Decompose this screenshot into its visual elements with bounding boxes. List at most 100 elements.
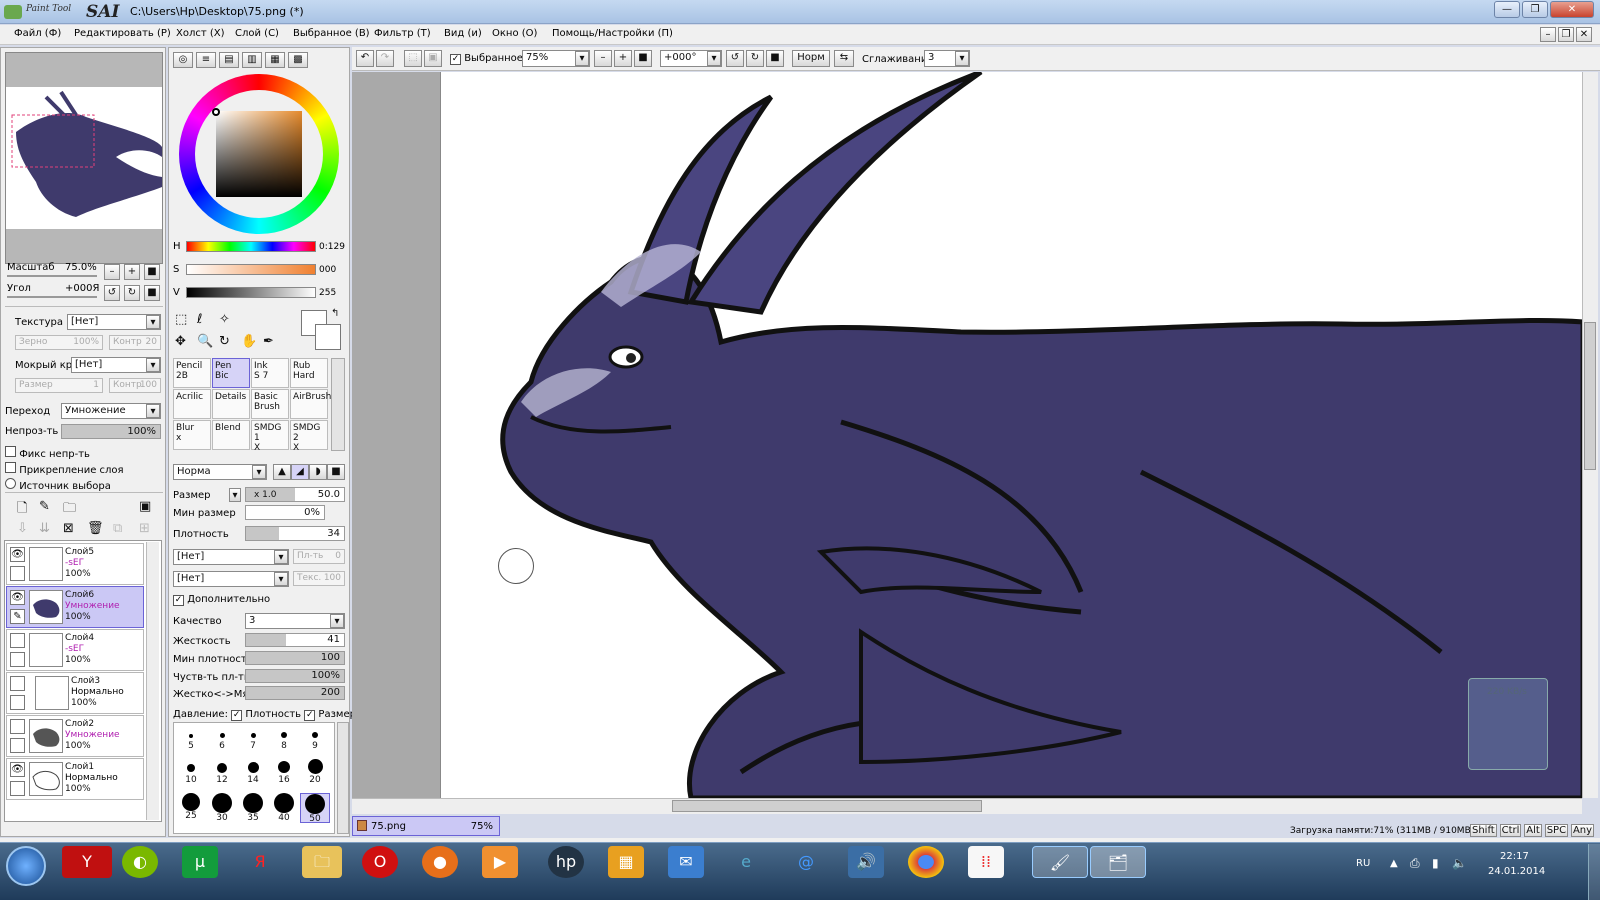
canvas[interactable] [440, 72, 1582, 798]
swap-colors-icon[interactable]: ↰ [331, 308, 339, 319]
eye-icon[interactable] [10, 719, 25, 734]
brush-size-preset[interactable]: 25 [176, 793, 206, 823]
doc-restore-button[interactable]: ❐ [1558, 27, 1574, 42]
canvas-hscrollbar[interactable] [352, 798, 1582, 814]
hardness-slider[interactable]: 41 [245, 633, 345, 647]
lock-icon[interactable] [10, 652, 25, 667]
canvas-viewport[interactable]: 220 KB/s [352, 72, 1582, 798]
paint-tool-sai-taskbar-icon[interactable]: 🖌 [1032, 846, 1088, 878]
new-folder-icon[interactable]: 🗀 [63, 499, 76, 521]
brush-size-slider[interactable]: x 1.0 50.0 [245, 487, 345, 502]
close-button[interactable]: ✕ [1550, 1, 1594, 18]
tool-basic-brush[interactable]: Basic Brush [251, 389, 289, 419]
menu-help[interactable]: Помощь/Настройки (П) [552, 28, 673, 39]
eyedropper-icon[interactable]: ✒ [263, 334, 274, 349]
brush-sizes-scrollbar[interactable] [337, 722, 349, 834]
mail-icon[interactable]: ✉ [668, 846, 704, 878]
navigator-preview[interactable] [5, 52, 163, 264]
office-icon[interactable]: ▦ [608, 846, 644, 878]
tool-smdg2[interactable]: SMDG 2X [290, 420, 328, 453]
hp-icon[interactable]: hp [548, 846, 584, 878]
layer-item[interactable]: 👁 Слой1 Нормально 100% [6, 758, 144, 800]
tool-eraser[interactable]: Rub Hard [290, 358, 328, 388]
clock-date[interactable]: 24.01.2014 [1488, 866, 1545, 877]
tray-devices-icon[interactable]: ⎙ [1410, 856, 1420, 871]
eye-icon[interactable] [10, 676, 25, 691]
color-wheel[interactable] [179, 74, 339, 234]
shape-soft-icon[interactable]: ◗ [309, 464, 327, 480]
tool-grid-scrollbar[interactable] [331, 358, 345, 451]
shape-flat-icon[interactable]: ■ [327, 464, 345, 480]
delete-layer-icon[interactable]: 🗑 [87, 521, 104, 536]
angle-select[interactable]: +000° ▾ [660, 50, 722, 67]
toolbar-zoom-in-icon[interactable]: + [614, 50, 632, 67]
user-swatches-tab-icon[interactable]: ▦ [265, 52, 285, 68]
smoothing-select[interactable]: 3 ▾ [924, 50, 970, 67]
preserve-opacity-checkbox[interactable]: Фикс непр-ть [5, 446, 90, 460]
toolbar-rotate-left-icon[interactable]: ↺ [726, 50, 744, 67]
tool-ink[interactable]: Ink S 7 [251, 358, 289, 388]
mail-ru-icon[interactable]: @ [788, 846, 824, 878]
swatches-tab-icon[interactable]: ▥ [242, 52, 262, 68]
flatten-icon[interactable]: ⊞ [139, 521, 150, 536]
brush-mode-select[interactable]: Норма ▾ [173, 464, 267, 480]
pressure-size-checkbox[interactable]: ✓ [304, 710, 316, 721]
lock-icon[interactable] [10, 781, 25, 796]
yandex-browser-icon[interactable]: Y [62, 846, 112, 878]
minimize-button[interactable]: — [1494, 1, 1520, 18]
active-app-taskbar-icon[interactable]: 🗂 [1090, 846, 1146, 878]
show-selection-checkbox[interactable]: ✓ Выбранное [450, 53, 523, 65]
min-density-slider[interactable]: 100 [245, 651, 345, 665]
toolbar-zoom-out-icon[interactable]: – [594, 50, 612, 67]
explorer-folder-icon[interactable]: 🗀 [302, 846, 342, 878]
layer-item[interactable]: 👁 Слой5 -sEГ 100% [6, 543, 144, 585]
size-mult-dropdown[interactable]: ▾ [229, 488, 241, 502]
transfer-down-icon[interactable]: ⇩ [17, 521, 28, 536]
min-size-slider[interactable]: 0% [245, 505, 325, 520]
language-indicator[interactable]: RU [1356, 858, 1370, 869]
rotate-icon[interactable]: ↻ [219, 334, 230, 349]
doc-close-button[interactable]: ✕ [1576, 27, 1592, 42]
clear-layer-icon[interactable]: ⊠ [63, 521, 74, 536]
value-slider[interactable] [186, 287, 316, 298]
firefox-icon[interactable]: ● [422, 846, 458, 878]
merge-visible-icon[interactable]: ⧉ [113, 521, 122, 536]
layer-item[interactable]: Слой4 -sEГ 100% [6, 629, 144, 671]
tray-arrow-icon[interactable]: ▲ [1390, 858, 1398, 869]
tool-details[interactable]: Details [212, 389, 250, 419]
sound-app-icon[interactable]: 🔊 [848, 846, 884, 878]
blend-mode-select[interactable]: Умножение ▾ [61, 403, 161, 419]
hand-icon[interactable]: ✋ [241, 334, 257, 349]
internet-explorer-icon[interactable]: e [728, 846, 764, 878]
layer-item-selected[interactable]: 👁 ✎ Слой6 Умножение 100% [6, 586, 144, 628]
secondary-color-swatch[interactable] [315, 324, 341, 350]
media-player-icon[interactable]: ▶ [482, 846, 518, 878]
hue-slider[interactable] [186, 241, 316, 252]
tool-pen[interactable]: Pen Bic [212, 358, 250, 388]
tool-blur[interactable]: Blur x [173, 420, 211, 450]
menu-file[interactable]: Файл (Ф) [14, 28, 61, 39]
clock-time[interactable]: 22:17 [1500, 851, 1529, 862]
lasso-icon[interactable]: ℓ [197, 312, 202, 327]
menu-window[interactable]: Окно (О) [492, 28, 537, 39]
start-button[interactable] [6, 846, 46, 886]
scale-slider[interactable] [7, 275, 97, 277]
pressure-density-checkbox[interactable]: ✓ [231, 710, 243, 721]
invert-select-icon[interactable]: ▣ [424, 50, 442, 67]
vscroll-thumb[interactable] [1584, 322, 1596, 470]
quality-select[interactable]: 3 ▾ [245, 613, 345, 629]
canvas-vscrollbar[interactable] [1582, 72, 1598, 798]
brush-size-preset[interactable]: 35 [238, 793, 268, 823]
utorrent-icon[interactable]: μ [182, 846, 218, 878]
pen-icon[interactable]: ✎ [10, 609, 25, 624]
rect-select-icon[interactable]: ⬚ [175, 312, 187, 327]
eye-icon[interactable] [10, 633, 25, 648]
document-tab[interactable]: 75.png 75% [352, 816, 500, 836]
rotate-right-button[interactable]: ↻ [124, 285, 140, 301]
rgb-slider-tab-icon[interactable]: ≡ [196, 52, 216, 68]
color-picker-handle[interactable] [212, 108, 220, 116]
zoom-reset-button[interactable]: ■ [144, 264, 160, 280]
move-icon[interactable]: ✥ [175, 334, 186, 349]
hscroll-thumb[interactable] [672, 800, 982, 812]
brush-size-preset[interactable]: 40 [269, 793, 299, 823]
